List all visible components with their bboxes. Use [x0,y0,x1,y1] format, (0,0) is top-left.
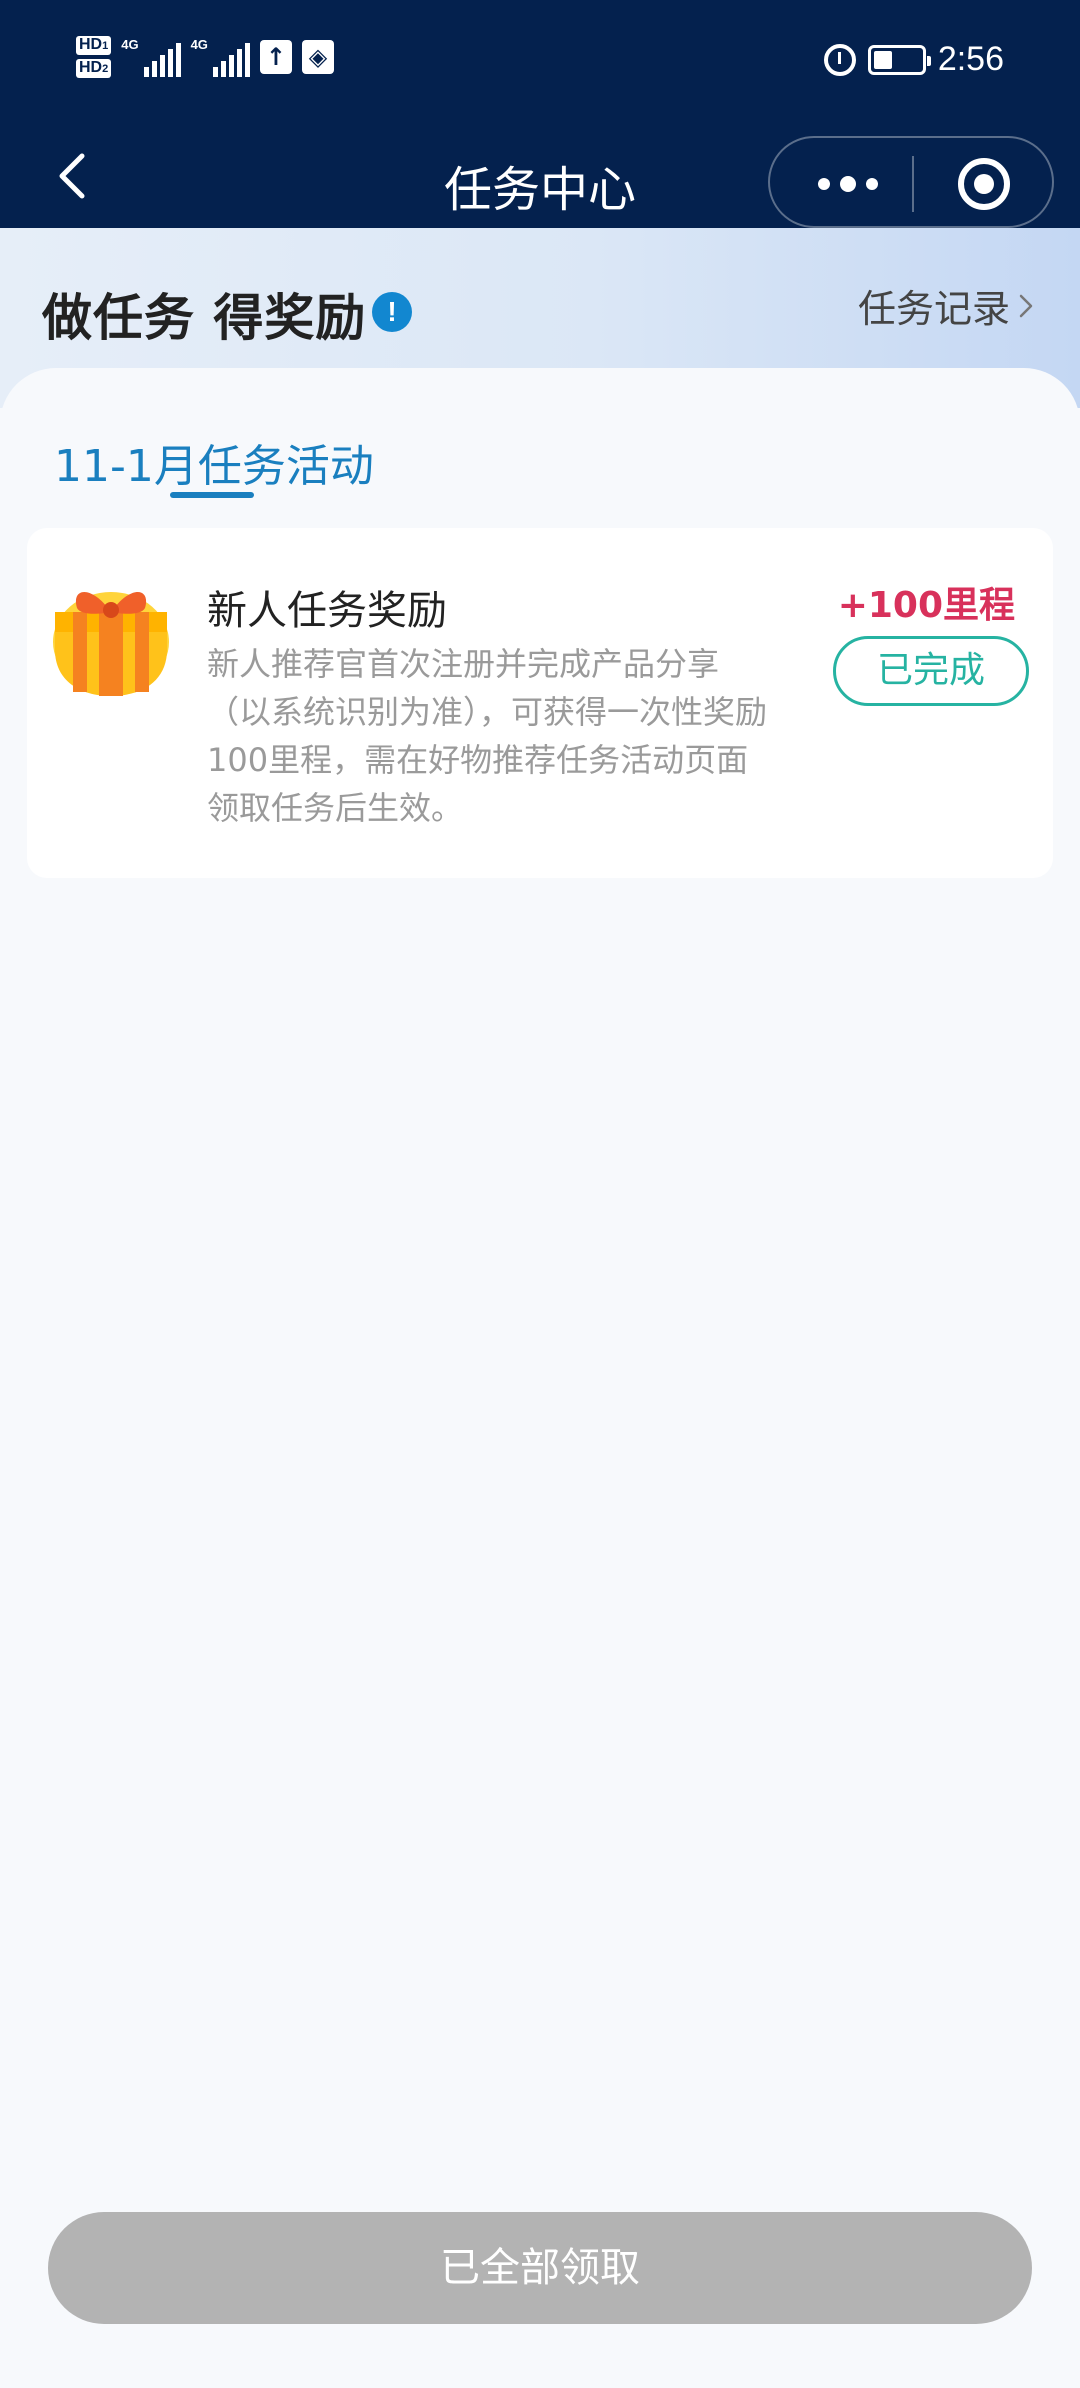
banner-title: 做任务 得奖励 [42,289,367,347]
upload-icon: ↑ [259,40,292,74]
task-record-link[interactable]: 任务记录 [858,278,1038,333]
nav-bar: 任务中心 [0,128,1080,228]
battery-icon [867,44,931,75]
active-tab-indicator [170,492,254,498]
task-completed-button[interactable]: 已完成 [833,636,1029,706]
task-record-label: 任务记录 [857,287,1010,331]
alarm-icon [823,43,856,76]
task-card: 新人任务奖励 新人推荐官首次注册并完成产品分享（以系统识别为准），可获得一次性奖… [27,528,1053,878]
app-notification-icon: ◈ [301,40,334,74]
miniprogram-capsule [768,136,1054,228]
task-reward: +100里程 [837,585,1015,626]
signal-icon: 4G [121,37,181,77]
claim-all-button[interactable]: 已全部领取 [48,2212,1032,2324]
capsule-divider [912,156,914,212]
signal-icon: 4G [191,37,250,77]
status-left-icons: HD1 HD2 4G 4G ↑ ◈ [76,36,334,78]
chevron-right-icon [1019,294,1033,317]
more-dots-icon [818,178,830,190]
main-content: 11-1月任务活动 新人任务奖励 新人推荐官首次注册并完成产品分享（以系统识别为… [0,368,1080,2388]
gift-icon [53,592,169,696]
status-bar: HD1 HD2 4G 4G ↑ ◈ 2:56 [0,0,1080,128]
task-title: 新人任务奖励 [207,588,447,634]
close-miniprogram-button[interactable] [958,158,1010,210]
status-time: 2:56 [937,40,1004,78]
status-right-icons: 2:56 [823,40,1004,79]
task-description: 新人推荐官首次注册并完成产品分享（以系统识别为准），可获得一次性奖励100里程，… [207,645,768,827]
info-icon[interactable]: ! [372,292,412,332]
tab-task-activity[interactable]: 11-1月任务活动 [54,430,374,494]
hd-icon: HD1 HD2 [76,36,112,78]
more-button[interactable] [808,164,888,204]
